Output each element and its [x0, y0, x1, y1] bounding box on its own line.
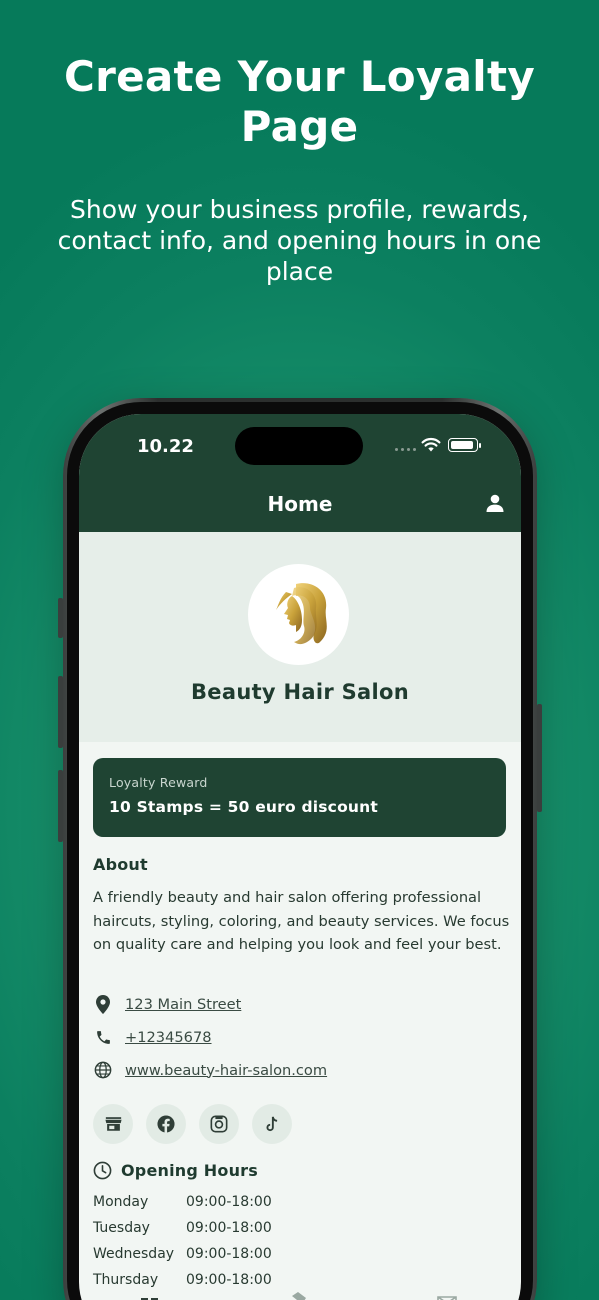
store-icon: [104, 1117, 122, 1131]
facebook-button[interactable]: [146, 1104, 186, 1144]
hours-time: 09:00-18:00: [186, 1272, 272, 1288]
hours-time: 09:00-18:00: [186, 1194, 272, 1210]
wifi-icon: [421, 437, 441, 452]
battery-icon: [448, 438, 481, 452]
app-screen: 10.22 Home Beauty Hair Salon Loyalty Rew…: [79, 414, 521, 1300]
about-title: About: [93, 855, 148, 874]
tab-messages-icon[interactable]: [437, 1295, 457, 1300]
reward-value: 10 Stamps = 50 euro discount: [109, 798, 379, 816]
tab-home-icon[interactable]: [141, 1296, 159, 1300]
instagram-button[interactable]: [199, 1104, 239, 1144]
phone-row[interactable]: +12345678: [93, 1027, 212, 1047]
profile-icon[interactable]: [485, 493, 505, 513]
about-text: A friendly beauty and hair salon offerin…: [93, 889, 510, 953]
signal-icon: [395, 448, 416, 451]
dynamic-island: [235, 427, 363, 465]
opening-hours-title: Opening Hours: [121, 1161, 258, 1180]
location-pin-icon: [93, 994, 113, 1014]
hours-time: 09:00-18:00: [186, 1220, 272, 1236]
address-row[interactable]: 123 Main Street: [93, 994, 241, 1014]
tiktok-button[interactable]: [252, 1104, 292, 1144]
phone-frame: 10.22 Home Beauty Hair Salon Loyalty Rew…: [58, 398, 542, 1300]
opening-hours-header: Opening Hours: [93, 1161, 258, 1180]
marketing-headline: Create Your Loyalty Page: [63, 52, 536, 151]
hours-row: Tuesday 09:00-18:00: [93, 1220, 272, 1236]
business-hero: Beauty Hair Salon: [79, 532, 521, 742]
reward-label: Loyalty Reward: [109, 775, 208, 790]
hours-day: Monday: [93, 1194, 149, 1210]
address-link[interactable]: 123 Main Street: [125, 996, 241, 1013]
marketing-subheadline: Show your business profile, rewards, con…: [57, 195, 542, 286]
app-header: 10.22 Home: [79, 414, 521, 532]
facebook-icon: [157, 1115, 175, 1133]
nav-title: Home: [267, 492, 333, 516]
woman-profile-gold-icon: [275, 582, 327, 644]
phone-icon: [93, 1027, 113, 1047]
hours-row: Thursday 09:00-18:00: [93, 1272, 272, 1288]
tiktok-icon: [266, 1116, 278, 1131]
hours-row: Monday 09:00-18:00: [93, 1194, 272, 1210]
loyalty-reward-card[interactable]: Loyalty Reward 10 Stamps = 50 euro disco…: [93, 758, 506, 837]
tab-rewards-icon[interactable]: [290, 1292, 308, 1300]
clock-icon: [93, 1161, 112, 1180]
phone-link[interactable]: +12345678: [125, 1029, 212, 1046]
hours-row: Wednesday 09:00-18:00: [93, 1246, 272, 1262]
store-button[interactable]: [93, 1104, 133, 1144]
business-logo: [248, 564, 349, 665]
globe-icon: [93, 1060, 113, 1080]
website-row[interactable]: www.beauty-hair-salon.com: [93, 1060, 327, 1080]
hours-day: Wednesday: [93, 1246, 175, 1262]
status-time: 10.22: [137, 436, 194, 457]
hours-day: Tuesday: [93, 1220, 150, 1236]
hours-day: Thursday: [93, 1272, 159, 1288]
instagram-icon: [210, 1115, 228, 1133]
website-link[interactable]: www.beauty-hair-salon.com: [125, 1062, 327, 1079]
business-name: Beauty Hair Salon: [191, 680, 409, 704]
social-links: [93, 1104, 292, 1144]
hours-time: 09:00-18:00: [186, 1246, 272, 1262]
